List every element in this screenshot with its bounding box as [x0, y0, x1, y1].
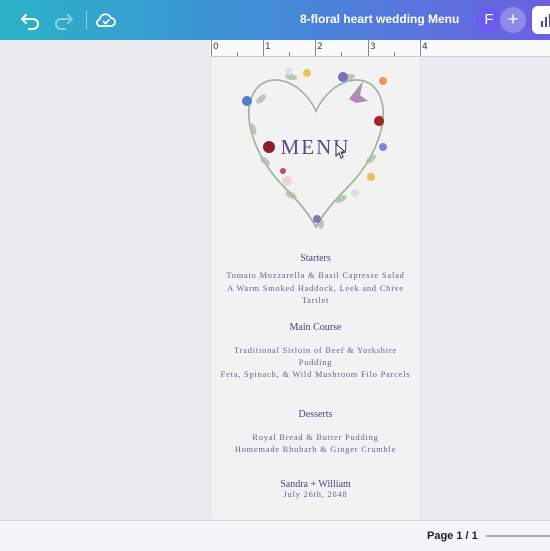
status-bar: Page 1 / 1: [0, 520, 550, 551]
redo-icon[interactable]: [52, 8, 76, 32]
zoom-slider[interactable]: [486, 535, 550, 537]
ruler-label: 4: [422, 42, 428, 52]
ruler-label: 3: [370, 42, 376, 52]
ruler-label: 1: [265, 42, 271, 52]
menu-item[interactable]: Feta, Spinach, & Wild Mushroom Filo Parc…: [219, 369, 412, 381]
ruler-label: 0: [213, 42, 219, 52]
menu-item[interactable]: A Warm Smoked Haddock, Leek and Chive Ta…: [219, 283, 412, 307]
toolbar-divider: [86, 10, 87, 30]
insights-button[interactable]: [532, 6, 550, 34]
editor-toolbar: 8-floral heart wedding Menu F +: [0, 0, 550, 40]
section-heading-main-course[interactable]: Main Course: [211, 322, 420, 333]
menu-title[interactable]: MENU: [211, 135, 420, 160]
page-indicator[interactable]: Page 1 / 1: [427, 530, 478, 542]
undo-icon[interactable]: [18, 8, 42, 32]
menu-item[interactable]: Royal Bread & Butter Pudding: [219, 432, 412, 444]
menu-page[interactable]: MENU Starters Tomato Mozzarella & Basil …: [211, 57, 420, 520]
menu-item[interactable]: Tomato Mozzarella & Basil Capresse Salad: [219, 270, 412, 282]
section-heading-starters[interactable]: Starters: [211, 253, 420, 264]
document-title[interactable]: 8-floral heart wedding Menu: [300, 12, 459, 26]
cloud-save-icon[interactable]: [94, 8, 118, 32]
bird-illustration: [349, 81, 368, 103]
user-avatar[interactable]: F: [476, 7, 502, 33]
wedding-date[interactable]: July 26th, 2048: [219, 489, 412, 501]
ruler-label: 2: [317, 42, 323, 52]
add-collaborator-button[interactable]: +: [500, 7, 526, 33]
mouse-cursor-icon: [335, 143, 347, 159]
menu-item[interactable]: Traditional Sirloin of Beef & Yorkshire …: [219, 345, 412, 369]
menu-item[interactable]: Homemade Rhubarb & Ginger Crumble: [219, 444, 412, 456]
horizontal-ruler: 0 1 2 3 4: [210, 40, 550, 57]
bar-chart-icon: [541, 14, 550, 27]
section-heading-desserts[interactable]: Desserts: [211, 409, 420, 420]
